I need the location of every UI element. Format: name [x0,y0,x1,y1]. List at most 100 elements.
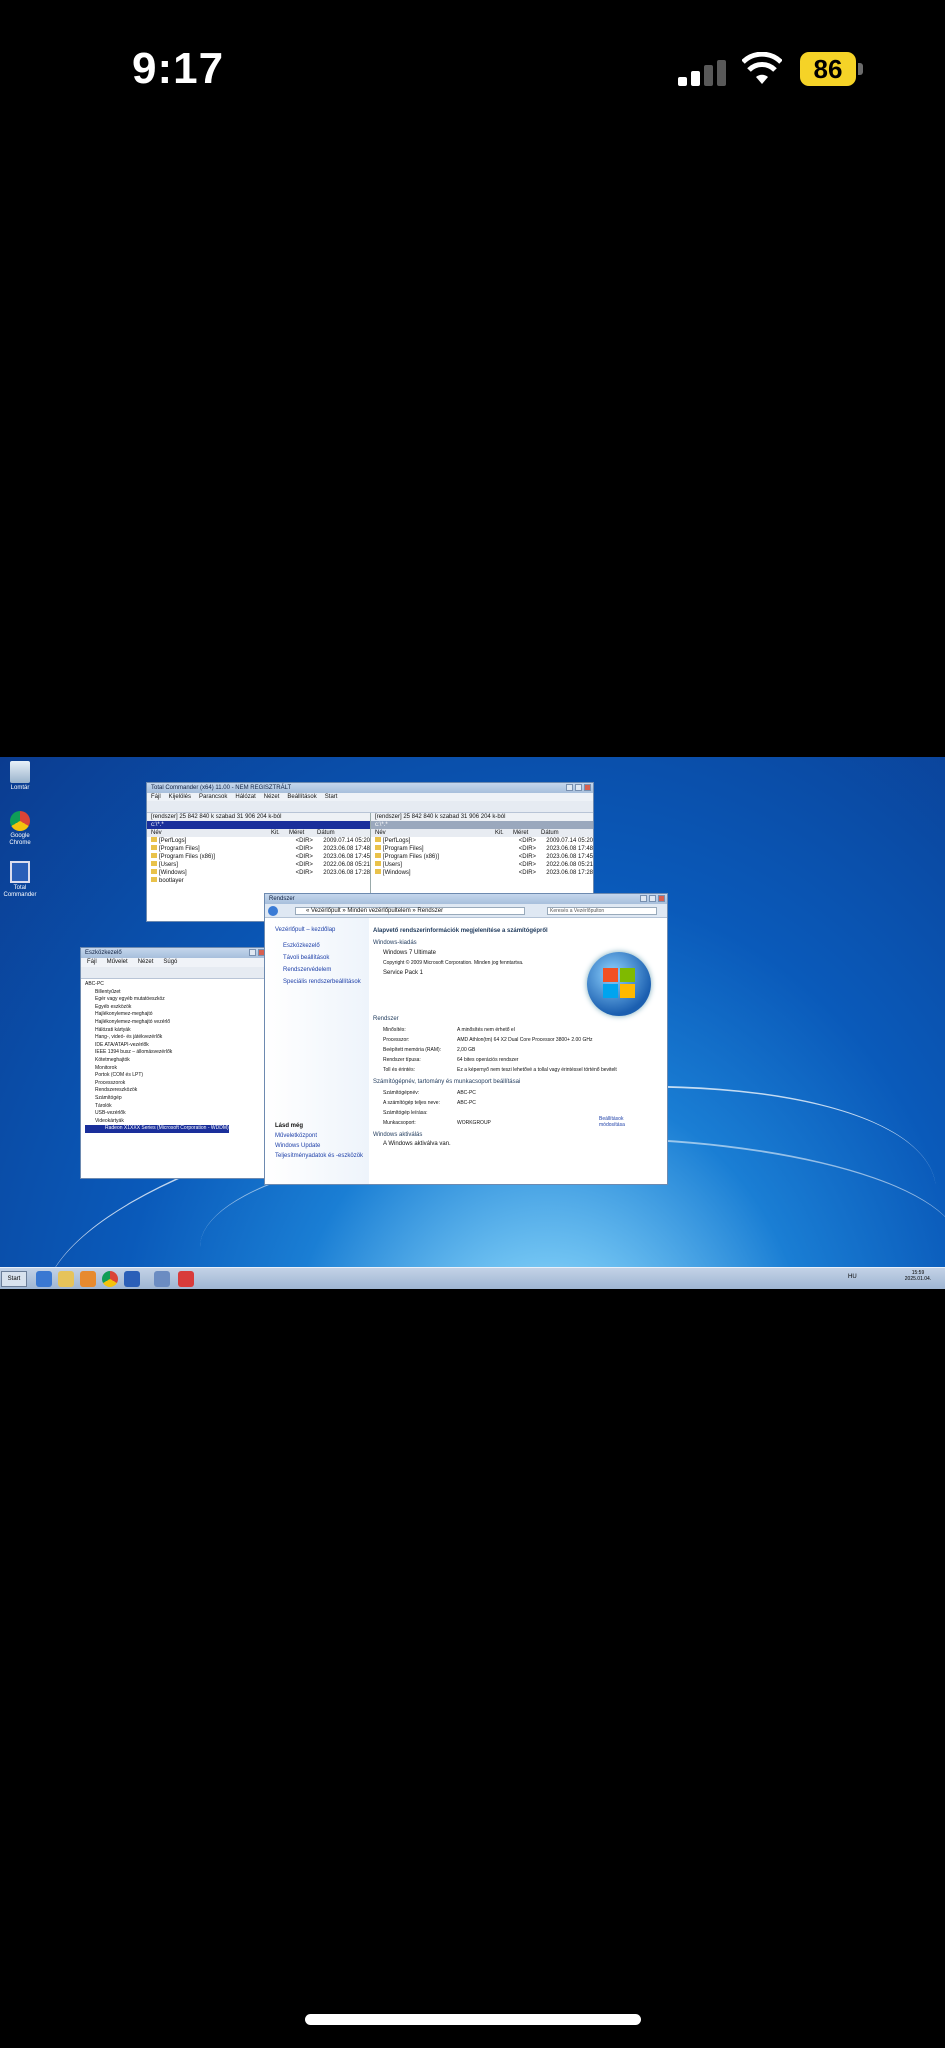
change-settings-link[interactable]: Beállítások módosítása [599,1116,639,1128]
folder-icon [375,861,381,866]
tree-item[interactable]: IEEE 1394 busz – állomásvezérlők [85,1049,267,1057]
menu-item[interactable]: Nézet [138,958,154,967]
see-also-link[interactable]: Teljesítményadatok és -eszközök [275,1152,369,1160]
file-size: <DIR> [295,862,313,868]
device-manager-taskbar-icon[interactable] [178,1271,194,1287]
section-heading: Számítógépnév, tartomány és munkacsoport… [373,1079,521,1085]
language-indicator[interactable]: HU [848,1274,857,1280]
tree-item[interactable]: Hajlékonylemez-meghajtó [85,1011,267,1019]
tree-item[interactable]: Egyéb eszközök [85,1004,267,1012]
maximize-icon[interactable] [649,895,656,902]
close-icon[interactable] [584,784,591,791]
desktop-icon-total-commander[interactable]: Total Commander [0,861,40,899]
property-label: A számítógép teljes neve: [383,1100,440,1106]
menu-item[interactable]: Parancsok [199,793,227,801]
file-row[interactable]: [Windows] <DIR> 2023.06.08 17:28 [147,869,370,877]
menu-item[interactable]: Fájl [151,793,161,801]
column-header[interactable]: Dátum [317,829,335,837]
sidebar-link-advanced[interactable]: Speciális rendszerbeállítások [275,978,369,986]
tree-item[interactable]: IDE ATA/ATAPI-vezérlők [85,1042,267,1050]
tree-item[interactable]: Processzorok [85,1080,267,1088]
file-size: <DIR> [518,846,537,852]
tree-item[interactable]: USB-vezérlők [85,1110,267,1118]
sidebar-link-device-manager[interactable]: Eszközkezelő [275,942,369,950]
tree-item[interactable]: Tárolók [85,1103,267,1111]
tree-item[interactable]: Hang-, videó- és játékvezérlők [85,1034,267,1042]
file-row[interactable]: bootlayer [147,877,370,885]
back-icon[interactable] [268,906,278,916]
device-manager-window[interactable]: Eszközkezelő Fájl Művelet Nézet Súgó ABC-PC… [80,947,268,1179]
column-header[interactable]: Név [151,829,271,837]
tree-item[interactable]: Egér vagy egyéb mutatóeszköz [85,996,267,1004]
minimize-icon[interactable] [640,895,647,902]
tree-item[interactable]: Videokártyák [85,1118,267,1126]
file-row[interactable]: [PerfLogs] <DIR> 2009.07.14 05:20 [371,837,593,845]
menu-item[interactable]: Művelet [107,958,128,967]
tree-item[interactable]: Hajlékonylemez-meghajtó vezérlő [85,1019,267,1027]
menu-item[interactable]: Hálózat [235,793,255,801]
tree-item[interactable]: Számítógép [85,1095,267,1103]
property-row: Rendszer típusa: 64 bites operációs rends… [373,1055,663,1065]
file-row[interactable]: [Program Files] <DIR> 2023.06.08 17:48 [147,845,370,853]
tree-item[interactable]: Rendszereszközök [85,1087,267,1095]
home-indicator[interactable] [305,2014,641,2025]
desktop-icon-recycle-bin[interactable]: Lomtár [0,761,40,792]
sidebar-link-remote[interactable]: Távoli beállítások [275,954,369,962]
menu-item[interactable]: Fájl [87,958,97,967]
media-player-icon[interactable] [80,1271,96,1287]
file-row[interactable]: [Users] <DIR> 2022.06.08 05:21 [147,861,370,869]
file-row[interactable]: [Program Files (x86)] <DIR> 2023.06.08 17:… [371,853,593,861]
sidebar-home-link[interactable]: Vezérlőpult – kezdőlap [275,926,369,934]
file-row[interactable]: [Users] <DIR> 2022.06.08 05:21 [371,861,593,869]
close-icon[interactable] [658,895,665,902]
left-path: c:\*.* [147,821,370,829]
column-header[interactable]: Név [375,829,495,837]
column-header[interactable]: Méret [513,829,541,837]
column-header[interactable]: Kit. [271,829,289,837]
minimize-icon[interactable] [566,784,573,791]
see-also-link[interactable]: Windows Update [275,1142,369,1150]
menu-item[interactable]: Súgó [163,958,177,967]
explorer-icon[interactable] [58,1271,74,1287]
menu-item[interactable]: Beállítások [287,793,316,801]
menu-item[interactable]: Kijelölés [169,793,191,801]
chrome-icon[interactable] [102,1271,118,1287]
menu-item[interactable]: Start [325,793,338,801]
see-also-link[interactable]: Műveletközpont [275,1132,369,1140]
tree-item[interactable]: Billentyűzet [85,989,267,997]
desktop-icon-chrome[interactable]: Google Chrome [0,811,40,847]
tree-item[interactable]: Kötetmeghajtók [85,1057,267,1065]
search-input[interactable]: Keresés a Vezérlőpulton [547,907,657,915]
sidebar-link-protection[interactable]: Rendszervédelem [275,966,369,974]
column-header[interactable]: Dátum [541,829,559,837]
file-row[interactable]: [Windows] <DIR> 2023.06.08 17:28 [371,869,593,877]
file-name: [Program Files (x86)] [382,854,439,860]
maximize-icon[interactable] [575,784,582,791]
menu-item[interactable]: Nézet [264,793,280,801]
system-window-taskbar-icon[interactable] [154,1271,170,1287]
tree-item[interactable]: Radeon X1XXX Series (Microsoft Corporati… [85,1125,229,1133]
file-row[interactable]: [Program Files] <DIR> 2023.06.08 17:48 [371,845,593,853]
file-row[interactable]: [Program Files (x86)] <DIR> 2023.06.08 17:… [147,853,370,861]
breadcrumb[interactable]: « Vezérlőpult » Minden vezérlőpultelem »… [295,907,525,915]
tree-item[interactable]: Hálózati kártyák [85,1027,267,1035]
tree-item[interactable]: Monitorok [85,1065,267,1073]
file-row[interactable]: [PerfLogs] <DIR> 2009.07.14 05:20 [147,837,370,845]
see-also-heading: Lásd még [275,1123,304,1129]
clock[interactable]: 15:59 2025.01.04. [898,1270,938,1282]
property-label: Munkacsoport: [383,1120,416,1126]
left-free-space: [rendszer] 25 842 840 k szabad 31 906 20… [147,813,370,821]
maximize-icon[interactable] [249,949,256,956]
file-name: [Program Files] [158,846,200,852]
column-header[interactable]: Kit. [495,829,513,837]
start-button[interactable]: Start [1,1271,27,1287]
column-header[interactable]: Méret [289,829,317,837]
system-window[interactable]: Rendszer « Vezérlőpult » Minden vezérlőp… [264,893,668,1185]
folder-icon [151,869,157,874]
file-size: <DIR> [518,862,537,868]
tree-item[interactable]: Portok (COM és LPT) [85,1072,267,1080]
floppy-icon[interactable] [124,1271,140,1287]
tree-item[interactable]: ABC-PC [85,981,267,989]
ie-icon[interactable] [36,1271,52,1287]
signal-icon [678,60,728,86]
